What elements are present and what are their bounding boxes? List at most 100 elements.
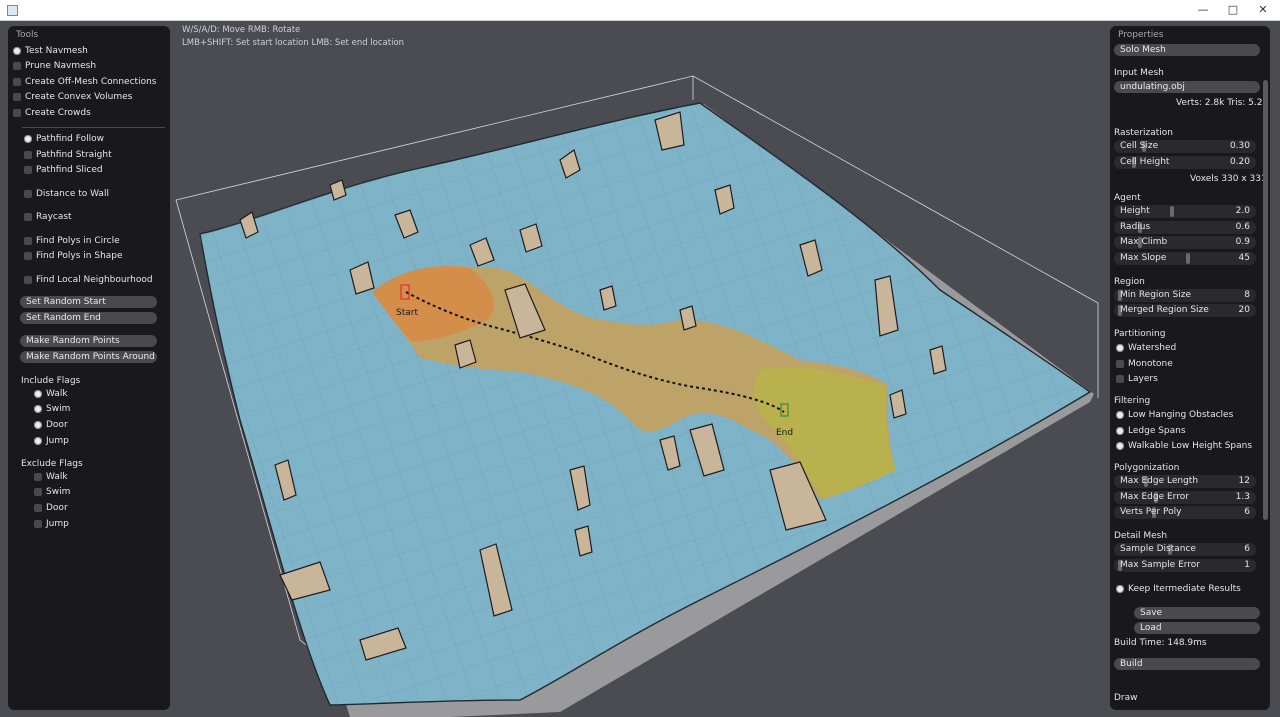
query-pathfind-follow[interactable]: Pathfind Follow (24, 132, 104, 146)
checkbox-icon (13, 108, 21, 117)
slider-knob[interactable] (1186, 253, 1190, 264)
sample-distance-slider[interactable]: Sample Distance 6 (1114, 543, 1256, 556)
query-pathfind-straight[interactable]: Pathfind Straight (24, 148, 112, 162)
slider-knob[interactable] (1170, 206, 1174, 217)
query-label: Distance to Wall (36, 189, 109, 199)
min-region-size-slider[interactable]: Min Region Size 8 (1114, 289, 1256, 302)
maximize-icon[interactable]: □ (1222, 2, 1244, 18)
query-local-neighbourhood[interactable]: Find Local Neighbourhood (24, 273, 153, 287)
slider-label: Cell Height (1120, 157, 1170, 167)
slider-value: 1.3 (1235, 492, 1250, 502)
mode-test-navmesh[interactable]: Test Navmesh (13, 44, 88, 58)
3d-viewport[interactable]: Start End W/S/A/D: Move RMB: Rotate LMB+… (0, 20, 1280, 717)
checkbox-icon (34, 472, 42, 481)
input-mesh-selector[interactable]: undulating.obj (1114, 81, 1260, 93)
flag-label: Walk (46, 389, 68, 399)
flag-label: Door (46, 503, 68, 513)
option-label: Walkable Low Height Spans (1128, 441, 1253, 451)
agent-radius-slider[interactable]: Radius 0.6 (1114, 221, 1256, 234)
cell-height-slider[interactable]: Cell Height 0.20 (1114, 156, 1256, 169)
query-raycast[interactable]: Raycast (24, 210, 72, 224)
navmesh-scene[interactable]: Start End (0, 20, 1280, 717)
slider-label: Radius (1120, 222, 1151, 232)
minimize-icon[interactable]: — (1192, 2, 1214, 18)
agent-max-slope-slider[interactable]: Max Slope 45 (1114, 252, 1256, 265)
radio-icon (24, 134, 32, 143)
exclude-flags-title: Exclude Flags (21, 459, 83, 469)
max-sample-error-slider[interactable]: Max Sample Error 1 (1114, 559, 1256, 572)
checkbox-icon (24, 189, 32, 198)
slider-label: Max Sample Error (1120, 560, 1201, 570)
hud-controls-line1: W/S/A/D: Move RMB: Rotate (182, 25, 301, 35)
slider-value: 0.30 (1229, 141, 1250, 151)
make-random-points-around-button[interactable]: Make Random Points Around (20, 351, 157, 363)
input-mesh-title: Input Mesh (1114, 68, 1164, 78)
verts-per-poly-slider[interactable]: Verts Per Poly 6 (1114, 506, 1256, 519)
agent-max-climb-slider[interactable]: Max Climb 0.9 (1114, 236, 1256, 249)
include-swim[interactable]: Swim (34, 402, 70, 416)
filter-low-height[interactable]: Walkable Low Height Spans (1116, 439, 1252, 453)
slider-value: 6 (1244, 507, 1250, 517)
filtering-title: Filtering (1114, 396, 1151, 406)
exclude-walk[interactable]: Walk (34, 470, 68, 484)
agent-height-slider[interactable]: Height 2.0 (1114, 205, 1256, 218)
query-label: Find Polys in Shape (36, 251, 123, 261)
load-button[interactable]: Load (1134, 622, 1260, 634)
partition-watershed[interactable]: Watershed (1116, 341, 1176, 355)
mode-offmesh[interactable]: Create Off-Mesh Connections (13, 75, 156, 89)
mode-crowds[interactable]: Create Crowds (13, 106, 91, 120)
app-icon (7, 5, 18, 16)
flag-label: Swim (46, 404, 71, 414)
check-icon (34, 436, 42, 445)
save-button[interactable]: Save (1134, 607, 1260, 619)
make-random-points-button[interactable]: Make Random Points (20, 335, 157, 347)
keep-intermediate-checkbox[interactable]: Keep Itermediate Results (1116, 582, 1241, 596)
partition-monotone[interactable]: Monotone (1116, 357, 1173, 371)
close-icon[interactable]: ✕ (1252, 2, 1274, 18)
checkbox-icon (24, 165, 32, 174)
slider-label: Max Edge Error (1120, 492, 1189, 502)
exclude-door[interactable]: Door (34, 501, 68, 515)
query-pathfind-sliced[interactable]: Pathfind Sliced (24, 163, 103, 177)
sample-selector[interactable]: Solo Mesh (1114, 44, 1260, 56)
check-icon (1116, 426, 1124, 435)
query-polys-circle[interactable]: Find Polys in Circle (24, 234, 120, 248)
build-button[interactable]: Build (1114, 658, 1260, 670)
slider-value: 45 (1238, 253, 1250, 263)
exclude-jump[interactable]: Jump (34, 517, 69, 531)
query-polys-shape[interactable]: Find Polys in Shape (24, 249, 123, 263)
checkbox-icon (13, 92, 21, 101)
check-icon (1116, 584, 1124, 593)
slider-value: 0.6 (1235, 222, 1250, 232)
slider-label: Min Region Size (1120, 290, 1191, 300)
include-walk[interactable]: Walk (34, 387, 68, 401)
include-door[interactable]: Door (34, 418, 68, 432)
check-icon (34, 420, 42, 429)
mode-convex-volumes[interactable]: Create Convex Volumes (13, 90, 132, 104)
cell-size-slider[interactable]: Cell Size 0.30 (1114, 140, 1256, 153)
properties-scrollbar[interactable] (1263, 80, 1268, 520)
max-edge-length-slider[interactable]: Max Edge Length 12 (1114, 475, 1256, 488)
filter-low-hanging[interactable]: Low Hanging Obstacles (1116, 408, 1233, 422)
check-icon (34, 404, 42, 413)
merged-region-size-slider[interactable]: Merged Region Size 20 (1114, 304, 1256, 317)
detail-mesh-title: Detail Mesh (1114, 531, 1168, 541)
radio-icon (1116, 374, 1124, 383)
polygonization-title: Polygonization (1114, 463, 1180, 473)
query-distance-to-wall[interactable]: Distance to Wall (24, 187, 109, 201)
filter-ledge-spans[interactable]: Ledge Spans (1116, 424, 1186, 438)
exclude-swim[interactable]: Swim (34, 485, 70, 499)
max-edge-error-slider[interactable]: Max Edge Error 1.3 (1114, 491, 1256, 504)
set-random-start-button[interactable]: Set Random Start (20, 296, 157, 308)
mode-prune-navmesh[interactable]: Prune Navmesh (13, 59, 96, 73)
slider-value: 12 (1238, 476, 1250, 486)
check-icon (1116, 410, 1124, 419)
partition-layers[interactable]: Layers (1116, 372, 1158, 386)
end-label: End (776, 428, 793, 438)
query-label: Find Local Neighbourhood (36, 275, 153, 285)
set-random-end-button[interactable]: Set Random End (20, 312, 157, 324)
flag-label: Swim (46, 487, 71, 497)
flag-label: Door (46, 420, 68, 430)
include-jump[interactable]: Jump (34, 434, 69, 448)
slider-value: 1 (1244, 560, 1250, 570)
